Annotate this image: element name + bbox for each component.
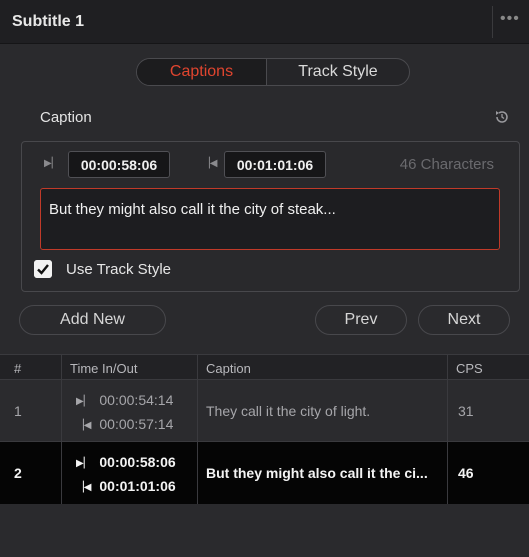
row-time-out: ▕◀ 00:00:57:14 — [76, 416, 173, 432]
view-switcher: Captions Track Style — [136, 58, 410, 86]
panel-header: Subtitle 1 ••• — [0, 0, 529, 44]
time-out-field[interactable]: 00:01:01:06 — [224, 151, 326, 178]
character-count: 46 Characters — [399, 156, 494, 173]
use-track-style-label: Use Track Style — [66, 261, 172, 278]
next-button[interactable]: Next — [418, 305, 510, 335]
mark-in-icon: ▶▏ — [76, 396, 92, 407]
caption-editor: ▶▏ 00:00:58:06 ▕◀ 00:01:01:06 46 Charact… — [21, 141, 520, 292]
mark-out-icon: ▕◀ — [202, 158, 218, 169]
row-time-in: ▶▏ 00:00:54:14 — [76, 392, 173, 408]
column-header-time[interactable]: Time In/Out — [70, 361, 137, 376]
header-divider — [492, 6, 493, 38]
row-caption: They call it the city of light. — [206, 403, 371, 419]
more-icon[interactable]: ••• — [500, 10, 520, 28]
row-time-in: ▶▏ 00:00:58:06 — [76, 454, 176, 470]
column-divider — [197, 354, 198, 504]
prev-button[interactable]: Prev — [315, 305, 407, 335]
mark-out-icon: ▕◀ — [76, 420, 92, 431]
tab-captions[interactable]: Captions — [137, 59, 267, 85]
row-time-in-value: 00:00:54:14 — [99, 392, 174, 408]
row-number: 1 — [14, 403, 22, 419]
row-time-out-value: 00:00:57:14 — [99, 416, 174, 432]
column-divider — [61, 354, 62, 504]
row-cps: 46 — [458, 465, 474, 481]
table-row-selected[interactable]: 2 ▶▏ 00:00:58:06 ▕◀ 00:01:01:06 But they m… — [0, 442, 529, 504]
mark-in-icon: ▶▏ — [76, 458, 92, 469]
panel-title: Subtitle 1 — [12, 13, 85, 30]
use-track-style-checkbox[interactable] — [34, 260, 52, 278]
row-time-out-value: 00:01:01:06 — [99, 478, 176, 494]
time-in-field[interactable]: 00:00:58:06 — [68, 151, 170, 178]
column-header-caption[interactable]: Caption — [206, 361, 251, 376]
add-new-button[interactable]: Add New — [19, 305, 166, 335]
column-header-number[interactable]: # — [14, 361, 21, 376]
column-divider — [447, 354, 448, 504]
reset-icon[interactable] — [493, 108, 511, 126]
table-row[interactable]: 1 ▶▏ 00:00:54:14 ▕◀ 00:00:57:14 They call … — [0, 380, 529, 442]
row-number: 2 — [14, 465, 22, 481]
row-time-out: ▕◀ 00:01:01:06 — [76, 478, 176, 494]
mark-out-icon: ▕◀ — [76, 482, 92, 493]
caption-section-heading: Caption — [40, 109, 92, 126]
row-time-in-value: 00:00:58:06 — [99, 454, 176, 470]
row-cps: 31 — [458, 403, 474, 419]
table-header: # Time In/Out Caption CPS — [0, 354, 529, 380]
tab-track-style[interactable]: Track Style — [267, 59, 409, 85]
row-caption: But they might also call it the ci... — [206, 465, 428, 481]
caption-text-input[interactable]: But they might also call it the city of … — [40, 188, 500, 250]
column-header-cps[interactable]: CPS — [456, 361, 483, 376]
mark-in-icon: ▶▏ — [44, 158, 60, 169]
